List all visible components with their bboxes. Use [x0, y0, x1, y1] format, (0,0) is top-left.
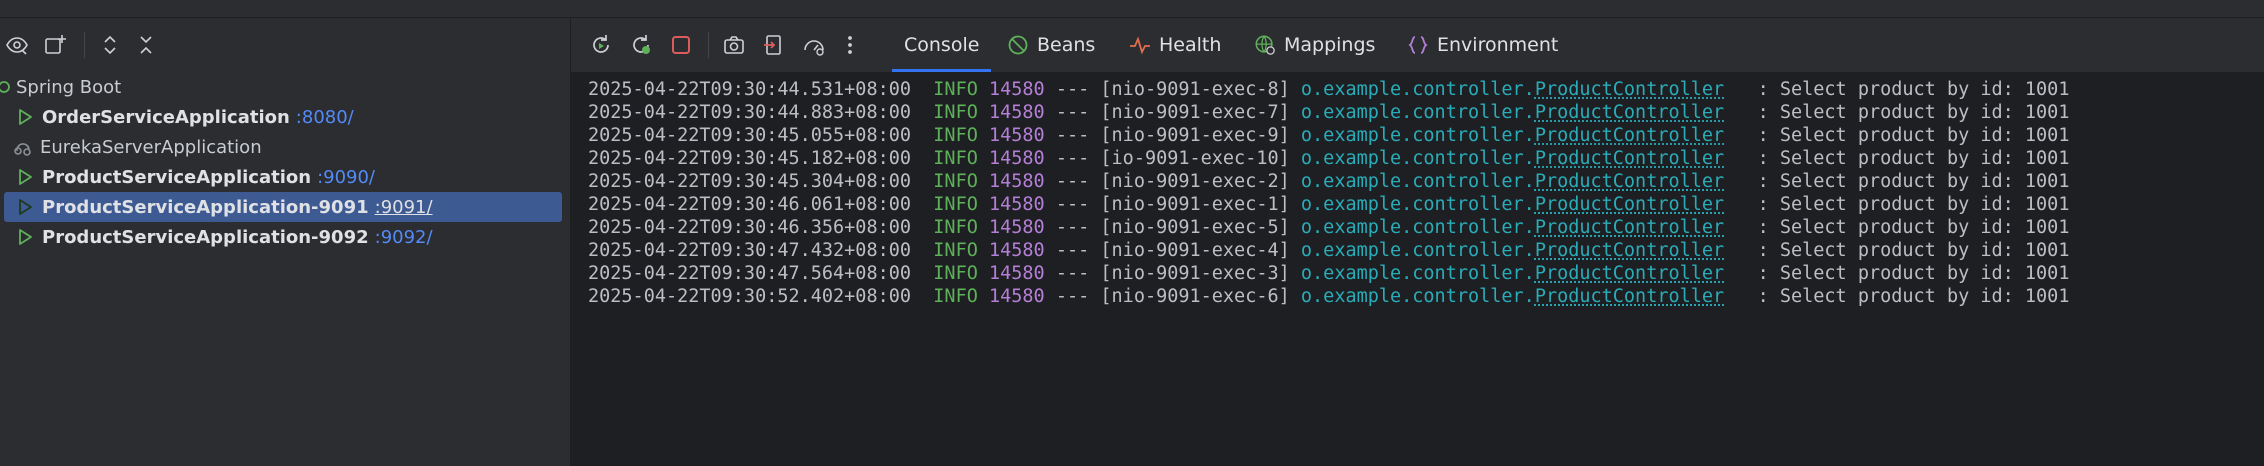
rerun-icon[interactable] [584, 28, 618, 62]
toolbar-separator [84, 32, 85, 58]
app-name: EurekaServerApplication [40, 136, 262, 158]
mappings-icon [1254, 34, 1276, 56]
run-icon [14, 196, 36, 218]
log-logger-class-link[interactable]: ProductController [1535, 286, 1724, 307]
gauge-icon[interactable] [797, 28, 831, 62]
not-started-icon [12, 136, 34, 158]
eye-icon[interactable] [0, 28, 34, 62]
console-toolbar: Console Beans Health Mappings Environmen… [571, 18, 2264, 73]
environment-icon [1407, 34, 1429, 56]
health-icon [1129, 34, 1151, 56]
port-link[interactable]: :9091/ [375, 197, 433, 218]
spring-leaf-icon [0, 76, 14, 98]
log-level: INFO [933, 286, 978, 307]
toolbar-separator [708, 32, 709, 58]
log-pid: 14580 [989, 286, 1045, 307]
tree-item-order-service[interactable]: OrderServiceApplication :8080/ [0, 102, 566, 132]
tab-console[interactable]: Console [891, 18, 992, 72]
tab-mappings[interactable]: Mappings [1254, 18, 1375, 72]
tree-item-eureka-server[interactable]: EurekaServerApplication [0, 132, 564, 162]
exit-icon[interactable] [757, 28, 791, 62]
tab-label: Environment [1437, 34, 1559, 56]
app-name: ProductServiceApplication [42, 166, 312, 188]
log-separator: --- [1055, 286, 1090, 307]
tab-health[interactable]: Health [1129, 18, 1221, 72]
app-name: OrderServiceApplication [42, 106, 290, 128]
tree-item-product-service-9091[interactable]: ProductServiceApplication-9091 :9091/ [4, 192, 562, 222]
log-timestamp: 2025-04-22T09:30:52.402+08:00 [588, 286, 912, 307]
port-link[interactable]: :9090/ [317, 167, 375, 188]
tree-group-spring-boot[interactable]: Spring Boot [0, 72, 552, 102]
tree-item-product-service[interactable]: ProductServiceApplication :9090/ [0, 162, 566, 192]
tab-label: Beans [1037, 34, 1096, 56]
run-icon [14, 106, 36, 128]
tab-label: Mappings [1284, 34, 1376, 56]
beans-icon [1007, 34, 1029, 56]
tab-label: Health [1159, 34, 1222, 56]
services-toolbar [0, 18, 570, 72]
port-link[interactable]: :8080/ [296, 107, 354, 128]
stop-icon[interactable] [664, 28, 698, 62]
run-icon [14, 166, 36, 188]
camera-icon[interactable] [717, 28, 751, 62]
port-link[interactable]: :9092/ [375, 227, 433, 248]
tab-beans[interactable]: Beans [1007, 18, 1095, 72]
restart-icon[interactable] [624, 28, 658, 62]
app-name: ProductServiceApplication-9092 [42, 226, 369, 248]
more-icon[interactable] [833, 28, 867, 62]
collapse-all-icon[interactable] [129, 28, 163, 62]
log-message: : Select product by id: 1001 [1757, 286, 2070, 307]
console-panel: Console Beans Health Mappings Environmen… [571, 18, 2264, 466]
group-label: Spring Boot [16, 76, 122, 98]
run-icon [14, 226, 36, 248]
services-panel: Spring Boot OrderServiceApplication :808… [0, 18, 570, 466]
log-logger-package: o.example.controller. [1300, 286, 1535, 307]
console-output[interactable]: 2025-04-22T09:30:44.531+08:00 INFO 14580… [571, 73, 2264, 466]
log-thread: [nio-9091-exec-6] [1100, 286, 1290, 307]
add-service-icon[interactable] [38, 28, 72, 62]
expand-all-icon[interactable] [93, 28, 127, 62]
window-top-strip [0, 0, 2264, 18]
app-name: ProductServiceApplication-9091 [42, 196, 369, 218]
log-line: 2025-04-22T09:30:52.402+08:00 INFO 14580… [588, 280, 2069, 313]
tree-item-product-service-9092[interactable]: ProductServiceApplication-9092 :9092/ [0, 222, 566, 252]
tab-label: Console [904, 34, 980, 56]
tab-environment[interactable]: Environment [1407, 18, 1558, 72]
